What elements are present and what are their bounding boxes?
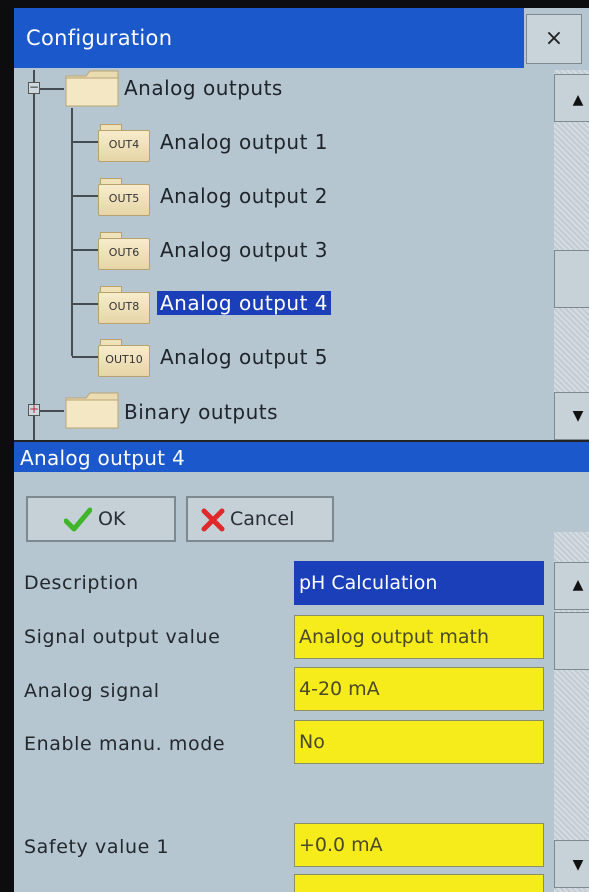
tree-scrollbar[interactable]: ▲ ▼ [554,70,589,440]
tree-branch-line [71,108,73,356]
tree-item-analog-output-1[interactable]: Analog output 1 [160,130,328,154]
tree-node-binary-outputs[interactable]: Binary outputs [124,400,278,424]
signal-output-value-field[interactable]: Analog output math [294,615,544,659]
output-icon-out6: OUT6 [98,232,150,270]
tree-trunk-line [33,70,35,440]
description-field[interactable]: pH Calculation [294,561,544,605]
close-icon: × [544,26,564,51]
output-icon-out8: OUT8 [98,286,150,324]
cancel-button[interactable]: Cancel [186,496,334,542]
description-label: Description [24,572,139,594]
expand-glyph: + [29,402,40,416]
scroll-up-button[interactable]: ▲ [554,74,589,122]
analog-signal-field[interactable]: 4-20 mA [294,667,544,711]
tree-connector [40,88,64,90]
expand-icon[interactable]: + [28,402,40,416]
configuration-titlebar: Configuration [14,8,524,68]
dialog-title: Analog output 4 [20,446,186,470]
arrow-up-icon: ▲ [572,577,584,593]
window-title: Configuration [26,26,173,50]
scroll-thumb[interactable] [554,250,589,308]
tree-item-analog-output-2[interactable]: Analog output 2 [160,184,328,208]
icon-text: OUT8 [108,300,140,313]
scroll-down-button[interactable]: ▼ [554,392,589,440]
folder-icon [64,390,122,430]
tree-connector [72,356,98,358]
configuration-window: Configuration × − Analog outputs OUT4 An… [14,8,589,440]
collapse-icon[interactable]: − [28,80,40,94]
tree-item-analog-output-4[interactable]: Analog output 4 [157,291,332,315]
folder-icon [64,68,122,108]
next-field-partial[interactable] [294,874,544,892]
safety-value-1-label: Safety value 1 [24,836,170,858]
collapse-glyph: − [29,80,40,94]
analog-signal-label: Analog signal [24,680,160,702]
analog-output-dialog: Analog output 4 OK Cancel Description pH… [14,440,589,892]
icon-text: OUT6 [108,246,140,259]
enable-manu-mode-label: Enable manu. mode [24,733,226,755]
tree-connector [72,249,98,251]
checkmark-icon [64,507,92,532]
safety-value-1-field[interactable]: +0.0 mA [294,823,544,867]
scroll-up-button[interactable]: ▲ [554,562,589,610]
ok-label: OK [98,508,126,530]
arrow-down-icon: ▼ [572,857,584,873]
cancel-label: Cancel [230,508,295,530]
tree-connector [72,141,98,143]
cross-icon [201,508,225,532]
tree-connector [72,303,98,305]
icon-text: OUT4 [108,138,140,151]
tree-node-analog-outputs[interactable]: Analog outputs [124,76,283,100]
output-icon-out5: OUT5 [98,178,150,216]
scroll-down-button[interactable]: ▼ [554,840,589,888]
output-icon-out10: OUT10 [98,339,150,377]
ok-button[interactable]: OK [26,496,176,542]
icon-text: OUT5 [108,192,140,205]
tree-item-analog-output-5[interactable]: Analog output 5 [160,345,328,369]
tree-connector [40,410,64,412]
signal-output-value-label: Signal output value [24,626,221,648]
output-icon-out4: OUT4 [98,124,150,162]
tree-connector [72,195,98,197]
tree-item-analog-output-3[interactable]: Analog output 3 [160,238,328,262]
arrow-down-icon: ▼ [572,408,584,424]
dialog-scrollbar[interactable]: ▲ ▼ [554,532,589,892]
scroll-thumb[interactable] [554,612,589,670]
dialog-titlebar: Analog output 4 [14,442,589,472]
enable-manu-mode-field[interactable]: No [294,720,544,764]
close-button[interactable]: × [526,14,582,64]
icon-text: OUT10 [105,353,143,366]
arrow-up-icon: ▲ [572,92,584,108]
